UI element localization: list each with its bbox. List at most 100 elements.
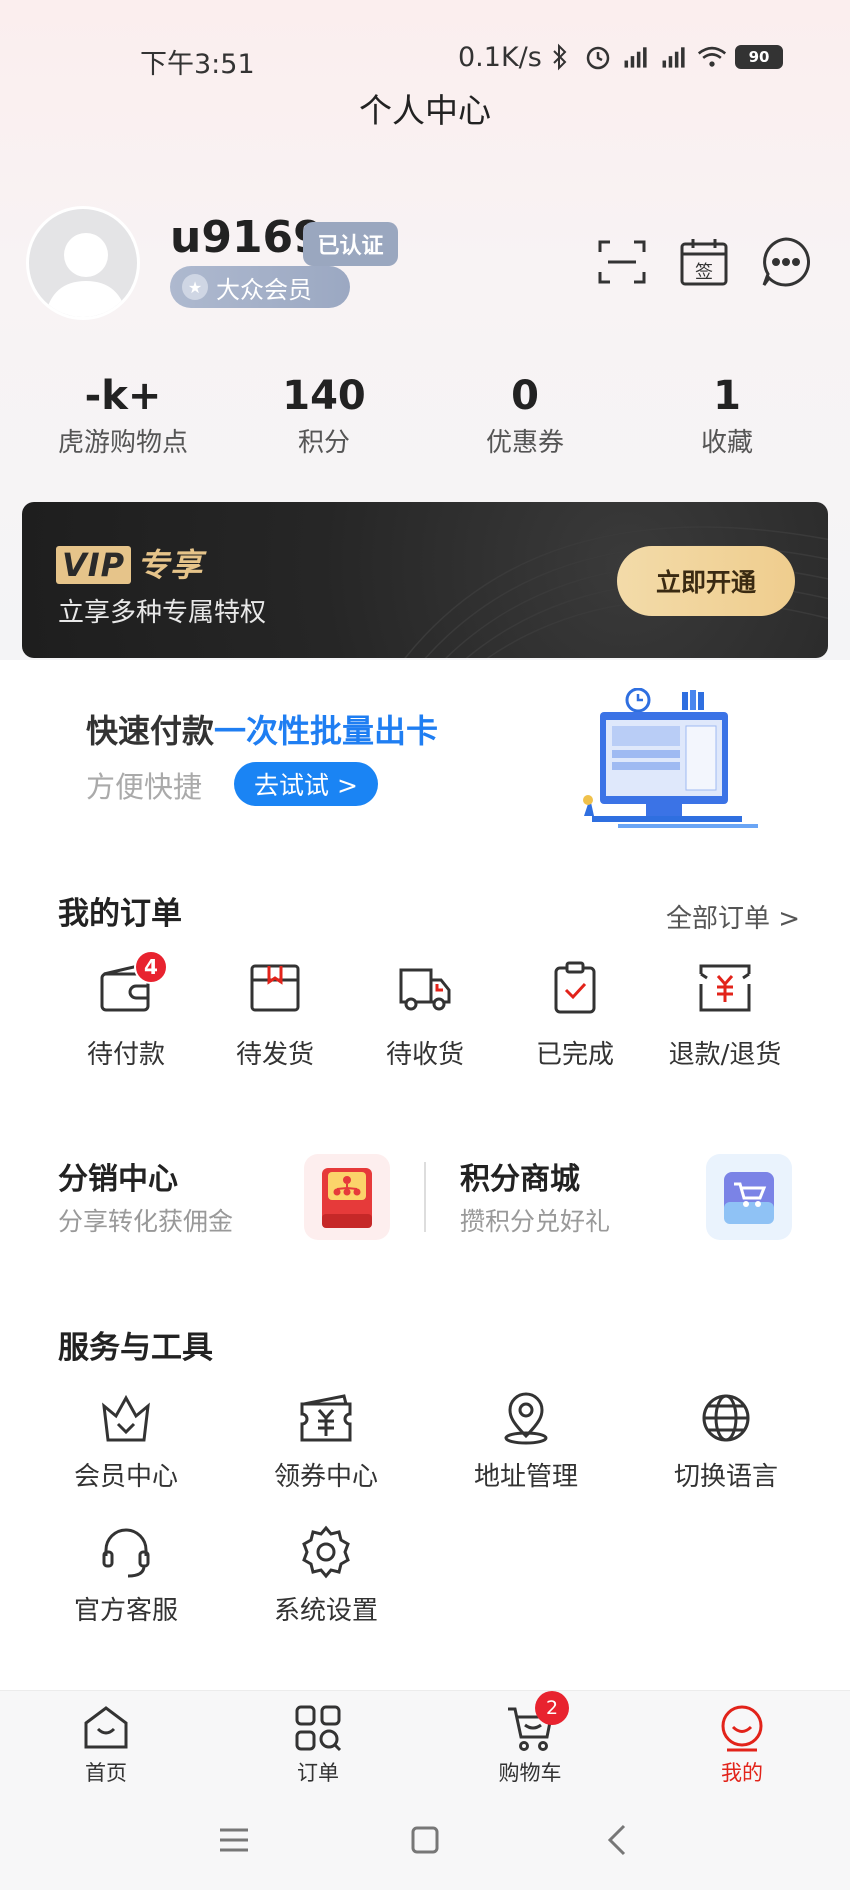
stat-label: 优惠券: [485, 428, 564, 458]
clipboard-check-icon: [547, 960, 603, 1016]
svg-text:签: 签: [695, 262, 713, 283]
tool-label: 官方客服: [73, 1596, 178, 1626]
card-subtitle: 分享转化获佣金: [58, 1207, 234, 1236]
tool-address-management[interactable]: 地址管理: [426, 1390, 626, 1493]
stat-favorites[interactable]: 1 收藏: [627, 372, 827, 459]
stat-points[interactable]: 140 积分: [224, 372, 424, 459]
orders-row: 4 待付款 待发货 待收货 已完成 退款/退货: [0, 950, 850, 1071]
promo-try-button[interactable]: 去试试 >: [234, 762, 378, 806]
wifi-icon: [697, 42, 727, 72]
tool-customer-service[interactable]: 官方客服: [26, 1524, 226, 1627]
tab-label: 订单: [297, 1761, 339, 1785]
tool-switch-language[interactable]: 切换语言: [626, 1390, 826, 1493]
vip-logo-box: VIP: [56, 546, 132, 584]
vip-subtitle: 立享多种专属特权: [58, 598, 267, 628]
vip-logo-text: 专享: [137, 546, 204, 584]
order-label: 待付款: [86, 1040, 165, 1070]
tab-mine[interactable]: 我的: [682, 1703, 802, 1787]
status-bar: 下午3:51 0.1K/s 90: [0, 38, 850, 80]
divider: [424, 1162, 426, 1232]
promo-title: 快速付款一次性批量出卡: [86, 706, 438, 752]
status-icons: 90: [545, 42, 783, 72]
stat-value: 1: [713, 373, 741, 419]
menu-icon[interactable]: [214, 1820, 254, 1860]
card-title: 分销中心: [58, 1162, 178, 1197]
tool-member-center[interactable]: 会员中心: [26, 1390, 226, 1493]
order-refund[interactable]: 退款/退货: [650, 960, 800, 1071]
stat-value: 0: [511, 373, 539, 419]
stat-shopping-points[interactable]: -k+ 虎游购物点: [23, 372, 223, 459]
shopping-cart-mall-icon: [706, 1154, 792, 1240]
card-subtitle: 攒积分兑好礼: [460, 1207, 611, 1236]
battery-icon: 90: [735, 45, 783, 69]
home-icon: [81, 1703, 131, 1753]
grid-icon: [293, 1703, 343, 1753]
location-icon: [498, 1390, 554, 1446]
box-icon: [247, 960, 303, 1016]
member-level-label: 大众会员: [216, 275, 312, 304]
scan-icon[interactable]: [596, 236, 648, 288]
quick-pay-banner[interactable]: 快速付款一次性批量出卡 方便快捷 去试试 >: [0, 660, 850, 850]
cart-icon: 2: [505, 1691, 569, 1753]
stat-value: -k+: [84, 373, 162, 419]
tab-orders[interactable]: 订单: [258, 1703, 378, 1787]
order-label: 待收货: [385, 1040, 464, 1070]
tool-label: 地址管理: [473, 1462, 578, 1492]
wallet-icon: 4: [98, 950, 168, 1016]
order-pending-shipment[interactable]: 待发货: [200, 960, 350, 1071]
tool-system-settings[interactable]: 系统设置: [226, 1524, 426, 1627]
calendar-sign-icon[interactable]: 签: [678, 236, 730, 288]
network-speed: 0.1K/s: [458, 42, 542, 73]
cart-badge: 2: [535, 1691, 569, 1725]
tab-label: 购物车: [498, 1761, 562, 1785]
orders-title: 我的订单: [58, 896, 182, 932]
promo-subtitle: 方便快捷: [86, 770, 203, 804]
order-completed[interactable]: 已完成: [500, 960, 650, 1071]
tool-label: 切换语言: [673, 1462, 778, 1492]
tab-home[interactable]: 首页: [46, 1703, 166, 1787]
coupon-icon: [298, 1390, 354, 1446]
order-pending-receipt[interactable]: 待收货: [350, 960, 500, 1071]
stat-label: 收藏: [700, 428, 753, 458]
home-square-icon[interactable]: [405, 1820, 445, 1860]
tool-coupon-center[interactable]: 领券中心: [226, 1390, 426, 1493]
signal-icon: [621, 42, 651, 72]
globe-icon: [698, 1390, 754, 1446]
feature-cards: 分销中心 分享转化获佣金 积分商城 攒积分兑好礼: [0, 1146, 850, 1246]
tool-label: 领券中心: [273, 1462, 378, 1492]
pending-payment-badge: 4: [134, 950, 168, 984]
distribution-icon: [304, 1154, 390, 1240]
all-orders-link[interactable]: 全部订单 >: [666, 898, 800, 935]
tab-label: 我的: [721, 1761, 763, 1785]
promo-title-main: 快速付款: [86, 712, 215, 750]
verified-badge: 已认证: [303, 222, 398, 266]
truck-icon: [397, 960, 453, 1016]
headset-icon: [98, 1524, 154, 1580]
stat-coupons[interactable]: 0 优惠券: [425, 372, 625, 459]
alarm-icon: [583, 42, 613, 72]
stat-label: 虎游购物点: [57, 428, 188, 458]
back-icon[interactable]: [598, 1820, 638, 1860]
signal-icon-2: [659, 42, 689, 72]
message-icon[interactable]: [760, 236, 812, 288]
computer-illustration-icon: [578, 687, 764, 838]
member-level-badge[interactable]: ★ 大众会员: [170, 266, 350, 308]
vip-logo: VIP 专享: [56, 540, 203, 586]
vip-card[interactable]: VIP 专享 立享多种专属特权 立即开通: [22, 502, 828, 658]
system-navigation-bar: [0, 1786, 850, 1890]
stat-label: 积分: [297, 428, 350, 458]
status-time: 下午3:51: [140, 49, 255, 80]
avatar[interactable]: [26, 206, 140, 320]
bottom-tab-bar: 首页 订单 2 购物车 我的: [0, 1690, 850, 1786]
refund-icon: [697, 960, 753, 1016]
order-pending-payment[interactable]: 4 待付款: [51, 950, 201, 1071]
stats-row: -k+ 虎游购物点 140 积分 0 优惠券 1 收藏: [0, 372, 850, 462]
promo-title-highlight: 一次性批量出卡: [214, 712, 439, 750]
username: u9169: [170, 212, 324, 263]
vip-activate-button[interactable]: 立即开通: [617, 546, 795, 616]
tab-label: 首页: [85, 1761, 127, 1785]
tool-label: 会员中心: [73, 1462, 178, 1492]
star-icon: ★: [182, 274, 208, 300]
tab-cart[interactable]: 2 购物车: [470, 1691, 590, 1787]
page-title: 个人中心: [359, 91, 491, 130]
